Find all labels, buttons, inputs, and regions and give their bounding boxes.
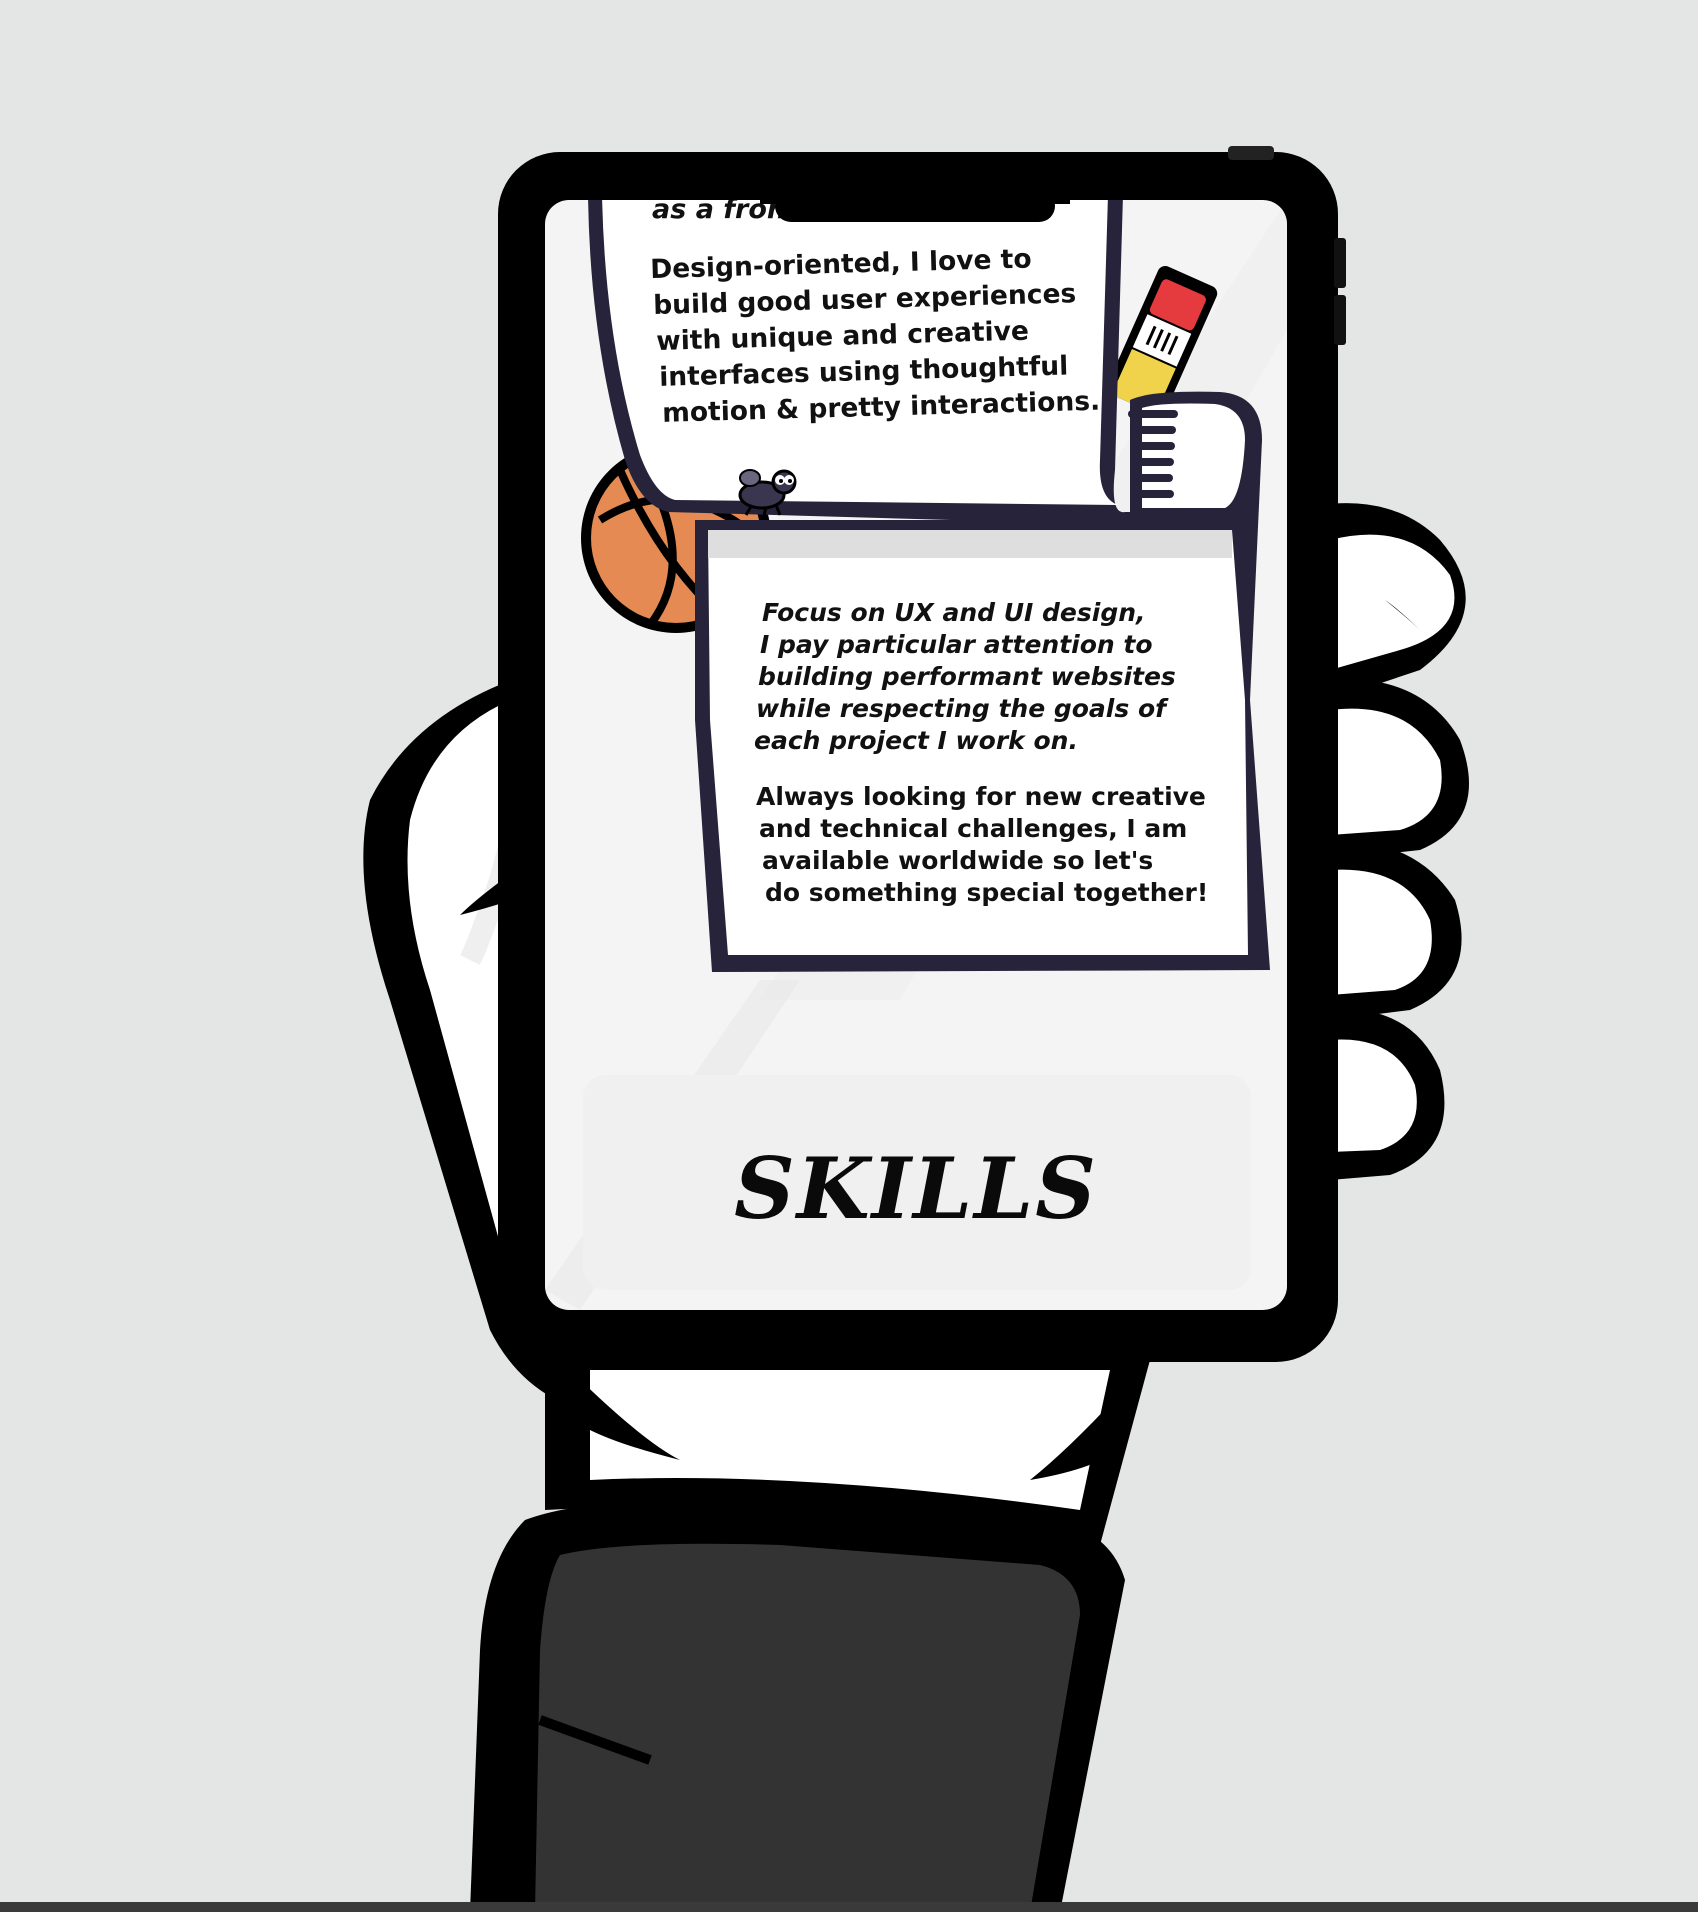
skills-section: SKILLS [583,1075,1251,1290]
fingers [1320,503,1469,1180]
bottom-strip [0,1902,1698,1912]
lower-p1-line-2: I pay particular attention to [760,630,1153,659]
lower-p1-line-5: each project I work on. [754,726,1078,755]
lower-p2-line-3: available worldwide so let's [762,846,1153,875]
sleeve [470,1499,1125,1912]
phone-notch [760,190,1070,222]
phone-screen: as a fron Design-oriented, I love to bui… [545,200,1287,1310]
lower-p2-line-2: and technical challenges, I am [759,814,1187,843]
lower-p1-line-4: while respecting the goals of [756,694,1169,723]
illustration: as a fron Design-oriented, I love to bui… [0,146,1698,1912]
skills-title: SKILLS [734,1139,1098,1238]
lower-p1-line-3: building performant websites [758,662,1176,691]
lower-p2-line-1: Always looking for new creative [756,782,1206,811]
lower-p1-line-1: Focus on UX and UI design, [762,598,1146,627]
lower-p2-line-4: do something special together! [765,878,1208,907]
